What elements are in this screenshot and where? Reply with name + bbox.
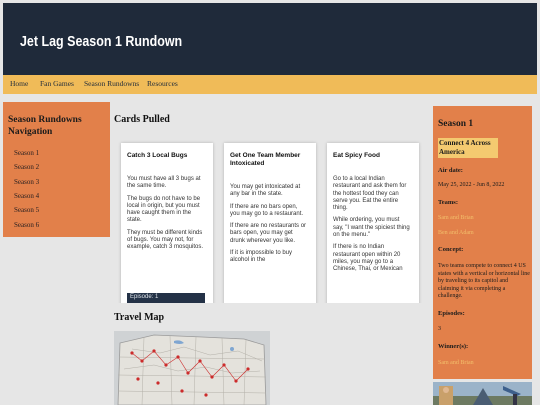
season-subtitle-badge: Connect 4 Across America <box>438 138 498 158</box>
card-paragraph: The bugs do not have to be local in orig… <box>127 195 201 224</box>
season-6-link[interactable]: Season 6 <box>14 221 39 229</box>
travel-map-heading: Travel Map <box>114 312 165 323</box>
season-photo-illustration <box>433 382 532 405</box>
site-header: Jet Lag Season 1 Rundown <box>3 3 537 75</box>
season-1-link[interactable]: Season 1 <box>14 149 39 157</box>
season-photo <box>433 382 532 405</box>
season-4-link[interactable]: Season 4 <box>14 192 39 200</box>
team-link[interactable]: Sam and Brian <box>438 215 474 221</box>
card-title: Catch 3 Local Bugs <box>127 152 188 159</box>
card-body: You may get intoxicated at any bar in th… <box>230 184 308 270</box>
season-navigation-title: Season Rundowns Navigation <box>8 115 82 137</box>
challenge-card: Eat Spicy Food Go to a local Indian rest… <box>327 143 419 303</box>
cards-carousel[interactable]: Catch 3 Local Bugs You must have all 3 b… <box>114 135 430 303</box>
card-paragraph: They must be different kinds of bugs. Yo… <box>127 229 204 251</box>
concept-text: Two teams compete to connect 4 US states… <box>438 263 530 299</box>
season-3-link[interactable]: Season 3 <box>14 178 39 186</box>
card-paragraph: If there are no restaurants or bars open… <box>230 223 307 244</box>
challenge-card: Catch 3 Local Bugs You must have all 3 b… <box>121 143 213 303</box>
card-paragraph: If there are no bars open, you may go to… <box>230 203 304 217</box>
episodes-count: 3 <box>438 326 441 332</box>
card-body: You must have all 3 bugs at the same tim… <box>127 176 205 257</box>
card-title: Get One Team Member Intoxicated <box>230 152 301 167</box>
winner-link[interactable]: Sam and Brian <box>438 360 474 366</box>
season-info-panel: Season 1 Connect 4 Across America Air da… <box>433 106 532 379</box>
season-5-link[interactable]: Season 5 <box>14 206 39 214</box>
card-paragraph: You must have all 3 bugs at the same tim… <box>127 176 201 190</box>
episodes-label: Episodes: <box>438 310 465 317</box>
nav-fan-games-link[interactable]: Fan Games <box>40 79 74 88</box>
air-date-label: Air date: <box>438 167 463 174</box>
challenge-card: Get One Team Member Intoxicated You may … <box>224 143 316 303</box>
us-map-illustration <box>114 331 270 405</box>
season-title: Season 1 <box>438 119 474 129</box>
team-link[interactable]: Ben and Adam <box>438 230 474 236</box>
top-nav: Home Fan Games Season Rundowns Resources <box>3 75 537 94</box>
card-paragraph: If it is impossible to buy alcohol in th… <box>230 250 293 264</box>
card-paragraph: If there is no Indian restaurant open wi… <box>333 244 403 273</box>
season-2-link[interactable]: Season 2 <box>14 163 39 171</box>
season-navigation-panel: Season Rundowns Navigation Season 1 Seas… <box>3 102 110 237</box>
air-date-value: May 25, 2022 - Jun 8, 2022 <box>438 182 505 188</box>
nav-home-link[interactable]: Home <box>10 79 28 88</box>
travel-map-image <box>114 331 270 405</box>
nav-resources-link[interactable]: Resources <box>147 79 178 88</box>
card-body: Go to a local Indian restaurant and ask … <box>333 176 411 279</box>
nav-season-rundowns-link[interactable]: Season Rundowns <box>84 79 139 88</box>
concept-label: Concept: <box>438 246 464 253</box>
winners-label: Winner(s): <box>438 343 469 350</box>
page-title: Jet Lag Season 1 Rundown <box>20 34 183 50</box>
card-title: Eat Spicy Food <box>333 152 380 159</box>
card-paragraph: Go to a local Indian restaurant and ask … <box>333 176 407 212</box>
teams-label: Teams: <box>438 199 458 206</box>
card-paragraph: While ordering, you must say, "I want th… <box>333 217 410 239</box>
episode-badge[interactable]: Episode: 1 <box>127 293 205 303</box>
card-paragraph: You may get intoxicated at any bar in th… <box>230 184 301 198</box>
cards-pulled-heading: Cards Pulled <box>114 114 170 125</box>
